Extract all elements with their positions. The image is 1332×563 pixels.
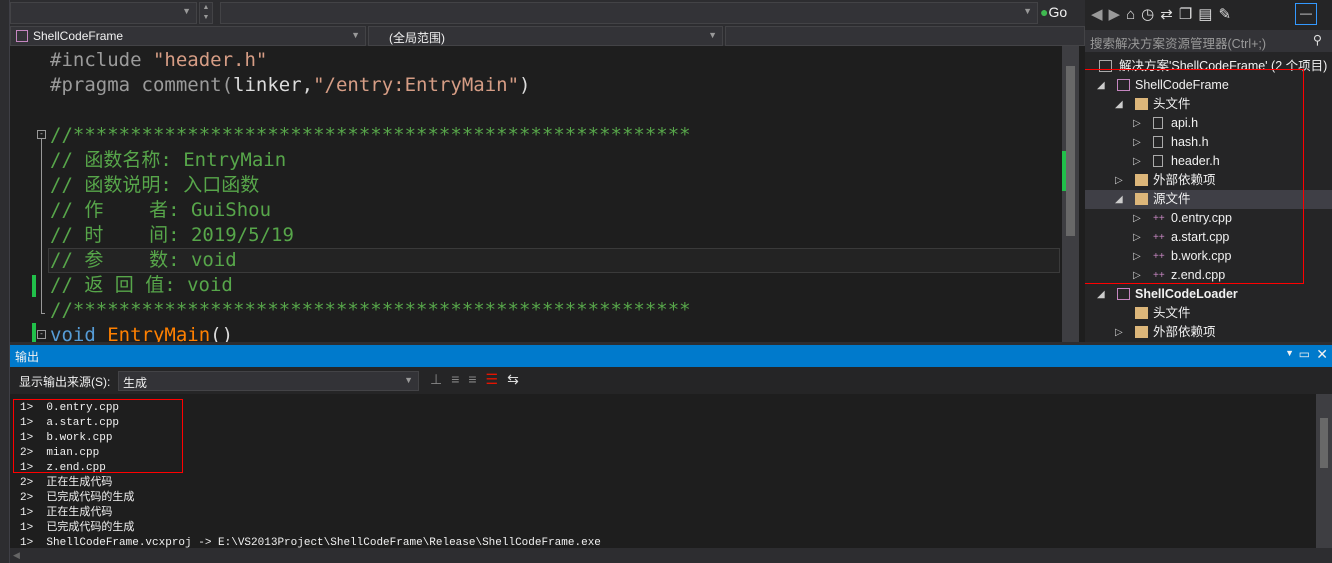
- output-source-combo[interactable]: 生成 ▼: [118, 371, 419, 391]
- output-source-label: 显示输出来源(S):: [19, 375, 111, 389]
- clear-all-icon[interactable]: ☰: [486, 371, 508, 387]
- collapse-icon[interactable]: -: [37, 130, 46, 139]
- back-icon[interactable]: ◀: [1091, 6, 1109, 23]
- collapse-icon[interactable]: -: [37, 330, 46, 339]
- chevron-down-icon: ▼: [708, 30, 717, 40]
- pin-icon[interactable]: ▭: [1299, 347, 1310, 361]
- collapse-all-icon[interactable]: ❐: [1179, 6, 1198, 23]
- spin-button[interactable]: ▲ ▼: [199, 2, 213, 24]
- scope-nav-combo[interactable]: (全局范围) ▼: [368, 26, 723, 46]
- highlight-box: [13, 399, 183, 473]
- home-icon[interactable]: ⌂: [1126, 6, 1141, 23]
- scroll-thumb[interactable]: [1320, 418, 1328, 468]
- code-editor[interactable]: #include "header.h" #pragma comment(link…: [10, 46, 1085, 342]
- highlight-box: [1085, 69, 1304, 284]
- go-to-source-icon[interactable]: ⊥: [430, 371, 451, 387]
- output-line: 1> 已完成代码的生成: [20, 522, 135, 534]
- expand-icon[interactable]: ▷: [1115, 323, 1123, 342]
- output-text[interactable]: 1> 0.entry.cpp 1> a.start.cpp 1> b.work.cp…: [10, 394, 1316, 548]
- project-nav-combo[interactable]: ShellCodeFrame ▼: [10, 26, 366, 46]
- change-marker: [32, 275, 36, 297]
- output-toolbar: ⊥≡≡☰⇆: [430, 371, 528, 388]
- chevron-down-icon: ▼: [1023, 6, 1032, 16]
- output-horizontal-scrollbar[interactable]: ◀: [10, 548, 1332, 563]
- chevron-down-icon: ▼: [182, 6, 191, 16]
- change-marker: [32, 323, 36, 342]
- forward-icon[interactable]: ▶: [1109, 6, 1127, 23]
- solution-toolbar: ◀▶⌂◷⇄❐▤✎: [1091, 5, 1237, 23]
- left-dock-strip[interactable]: [0, 0, 10, 563]
- go-button[interactable]: ●Go: [1040, 4, 1067, 20]
- project-icon: [16, 30, 28, 42]
- prev-message-icon[interactable]: ≡: [451, 371, 468, 387]
- output-title-bar[interactable]: 输出 ▼ ▭ ✕: [10, 345, 1332, 367]
- code-line: #pragma comment(linker,"/entry:EntryMain…: [50, 74, 531, 96]
- output-line: 1> 正在生成代码: [20, 507, 113, 519]
- word-wrap-icon[interactable]: ⇆: [507, 371, 528, 387]
- fold-guide: [41, 139, 45, 314]
- search-icon: ⚲: [1312, 33, 1322, 47]
- output-line: 1> ShellCodeFrame.vcxproj -> E:\VS2013Pr…: [20, 537, 601, 548]
- search-input[interactable]: 搜索解决方案资源管理器(Ctrl+;) ⚲: [1085, 30, 1332, 52]
- show-files-icon[interactable]: ▤: [1198, 6, 1218, 23]
- tree-item-label: ShellCodeLoader: [1135, 287, 1238, 301]
- member-nav-combo[interactable]: [725, 26, 1085, 46]
- code-line: //**************************************…: [50, 124, 691, 146]
- code-line: #include "header.h": [50, 49, 268, 71]
- collapse-icon[interactable]: ◢: [1097, 285, 1105, 304]
- code-line: // 函数名称: EntryMain: [50, 149, 287, 171]
- code-line: // 作 者: GuiShou: [50, 199, 272, 221]
- tree-item[interactable]: ▷ 外部依赖项: [1085, 323, 1332, 342]
- output-line: 2> 正在生成代码: [20, 477, 113, 489]
- change-marker: [1062, 151, 1066, 191]
- chevron-down-icon: ▼: [404, 375, 413, 385]
- tree-item[interactable]: 头文件: [1085, 304, 1332, 323]
- project-icon: [1117, 288, 1130, 300]
- code-line: // 返 回 值: void: [50, 274, 233, 296]
- tree-item-label: 外部依赖项: [1153, 325, 1216, 339]
- scroll-thumb[interactable]: [1066, 66, 1075, 236]
- code-line: // 参 数: void: [50, 249, 237, 271]
- next-message-icon[interactable]: ≡: [468, 371, 485, 387]
- output-vertical-scrollbar[interactable]: [1316, 394, 1332, 548]
- history-icon[interactable]: ◷: [1141, 6, 1160, 23]
- code-line: void EntryMain(): [50, 324, 234, 342]
- config-combo[interactable]: ▼: [220, 2, 1038, 24]
- output-panel: 输出 ▼ ▭ ✕ 显示输出来源(S): 生成 ▼ ⊥≡≡☰⇆ 1> 0.entry…: [10, 345, 1332, 563]
- tree-item-label: 头文件: [1153, 306, 1191, 320]
- ext-icon: [1135, 326, 1148, 338]
- chevron-down-icon: ▼: [351, 30, 360, 40]
- panel-menu-icon[interactable]: ▼: [1285, 348, 1294, 358]
- code-line: // 函数说明: 入口函数: [50, 174, 260, 196]
- output-line: 2> 已完成代码的生成: [20, 492, 135, 504]
- sync-icon[interactable]: ⇄: [1160, 6, 1179, 23]
- code-line: // 时 间: 2019/5/19: [50, 224, 294, 246]
- vertical-scrollbar[interactable]: [1062, 46, 1079, 342]
- pin-button[interactable]: —: [1295, 3, 1317, 25]
- tree-item[interactable]: ◢ ShellCodeLoader: [1085, 285, 1332, 304]
- close-icon[interactable]: ✕: [1316, 346, 1328, 363]
- folder-icon: [1135, 307, 1148, 319]
- find-combo[interactable]: ▼: [10, 2, 197, 24]
- solution-explorer: ◀▶⌂◷⇄❐▤✎ — 搜索解决方案资源管理器(Ctrl+;) ⚲ 解决方案'She…: [1085, 0, 1332, 342]
- code-line: //**************************************…: [50, 299, 691, 321]
- properties-icon[interactable]: ✎: [1218, 6, 1237, 23]
